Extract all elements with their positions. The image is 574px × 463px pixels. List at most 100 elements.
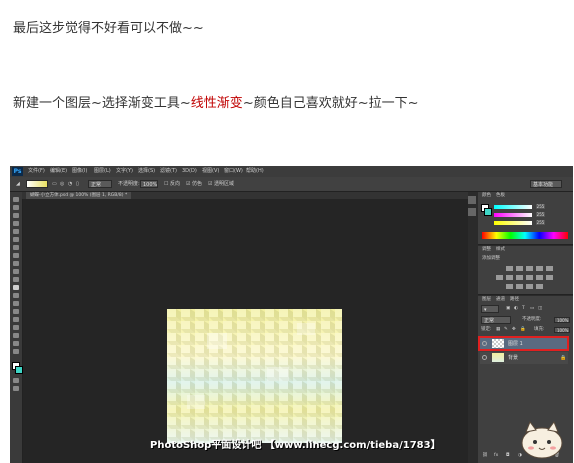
red-value[interactable]: 255 — [536, 204, 545, 209]
blue-value[interactable]: 255 — [536, 220, 545, 225]
layer-filter-select[interactable]: ▾ — [481, 305, 499, 313]
filter-adjust-icon[interactable]: ◐ — [514, 305, 518, 312]
tab-channels[interactable]: 通道 — [496, 296, 505, 303]
gradient-tool-icon[interactable]: ◢ — [16, 177, 20, 191]
red-slider[interactable] — [494, 205, 532, 209]
hand-tool-icon[interactable] — [13, 341, 19, 346]
document-tab[interactable]: 蝴蝶-小立方体.psd @ 100% (图层 1, RGB/8) * — [26, 192, 132, 199]
filter-type-icon[interactable]: T — [522, 305, 525, 312]
levels-adjust-icon[interactable] — [516, 266, 523, 271]
layer-name[interactable]: 背景 — [508, 352, 518, 364]
menu-image[interactable]: 图像(I) — [72, 166, 87, 177]
pen-tool-icon[interactable] — [13, 309, 19, 314]
layer-row-background[interactable]: 背景 🔒 — [480, 352, 568, 364]
angle-gradient-icon[interactable]: ◔ — [68, 177, 72, 191]
screen-mode-icon[interactable] — [13, 386, 19, 391]
gradient-preview[interactable] — [26, 180, 48, 188]
type-tool-icon[interactable] — [13, 317, 19, 322]
photo-filter-adjust-icon[interactable] — [526, 275, 533, 280]
lookup-adjust-icon[interactable] — [546, 275, 553, 280]
menu-3d[interactable]: 3D(D) — [182, 166, 197, 177]
gradient-tool-icon-active[interactable] — [13, 285, 19, 290]
green-slider[interactable] — [494, 213, 532, 217]
lock-all-icon[interactable]: 🔒 — [520, 326, 526, 333]
menu-layer[interactable]: 图层(L) — [94, 166, 111, 177]
green-value[interactable]: 255 — [536, 212, 545, 217]
eye-icon[interactable] — [482, 355, 487, 360]
menu-filter[interactable]: 滤镜(T) — [160, 166, 177, 177]
hue-saturation-adjust-icon[interactable] — [496, 275, 503, 280]
channel-mixer-adjust-icon[interactable] — [536, 275, 543, 280]
tab-color[interactable]: 颜色 — [482, 192, 491, 199]
menu-edit[interactable]: 编辑(E) — [50, 166, 67, 177]
tab-layers[interactable]: 图层 — [482, 296, 491, 303]
filter-smart-icon[interactable]: ◫ — [538, 305, 542, 312]
posterize-adjust-icon[interactable] — [516, 284, 523, 289]
filter-shape-icon[interactable]: ▭ — [530, 305, 534, 312]
eraser-tool-icon[interactable] — [13, 277, 19, 282]
panel-background-swatch[interactable] — [484, 208, 492, 216]
blend-mode-select[interactable]: 正常 — [481, 316, 511, 324]
history-brush-tool-icon[interactable] — [13, 269, 19, 274]
tab-styles[interactable]: 样式 — [496, 246, 505, 253]
marquee-tool-icon[interactable] — [13, 205, 19, 210]
dock-history-icon[interactable] — [468, 196, 476, 204]
menu-select[interactable]: 选择(S) — [138, 166, 155, 177]
shape-tool-icon[interactable] — [13, 333, 19, 338]
color-balance-adjust-icon[interactable] — [506, 275, 513, 280]
link-layers-icon[interactable]: ⛓ — [482, 452, 488, 459]
move-tool-icon[interactable] — [13, 197, 19, 202]
threshold-adjust-icon[interactable] — [526, 284, 533, 289]
menu-help[interactable]: 帮助(H) — [246, 166, 264, 177]
workspace-select[interactable]: 基本功能 — [530, 180, 562, 188]
zoom-tool-icon[interactable] — [13, 349, 19, 354]
blue-slider[interactable] — [494, 221, 532, 225]
reverse-checkbox-icon[interactable]: ☐ — [164, 177, 168, 191]
linear-gradient-icon[interactable]: ▭ — [52, 177, 57, 191]
quick-select-tool-icon[interactable] — [13, 221, 19, 226]
blur-tool-icon[interactable] — [13, 293, 19, 298]
tab-adjustments[interactable]: 调整 — [482, 246, 491, 253]
tab-paths[interactable]: 路径 — [510, 296, 519, 303]
fill-input[interactable]: 100% — [554, 327, 570, 333]
vibrance-adjust-icon[interactable] — [546, 266, 553, 271]
transparency-checkbox-icon[interactable]: ☑ — [208, 177, 212, 191]
curves-adjust-icon[interactable] — [526, 266, 533, 271]
layer-style-icon[interactable]: fx — [494, 452, 498, 459]
filter-image-icon[interactable]: ▣ — [506, 305, 510, 312]
tab-swatches[interactable]: 色板 — [496, 192, 505, 199]
menu-file[interactable]: 文件(F) — [28, 166, 45, 177]
reflected-gradient-icon[interactable]: ▯ — [76, 177, 79, 191]
black-white-adjust-icon[interactable] — [516, 275, 523, 280]
menu-type[interactable]: 文字(Y) — [116, 166, 133, 177]
radial-gradient-icon[interactable]: ◎ — [60, 177, 64, 191]
lock-pixels-icon[interactable]: ✎ — [504, 326, 508, 333]
opacity-input[interactable]: 100% — [140, 180, 158, 188]
color-spectrum-bar[interactable] — [482, 232, 568, 239]
dock-properties-icon[interactable] — [468, 208, 476, 216]
mode-select[interactable]: 正常 — [88, 180, 112, 188]
menu-view[interactable]: 视图(V) — [202, 166, 219, 177]
gradient-map-adjust-icon[interactable] — [536, 284, 543, 289]
dodge-tool-icon[interactable] — [13, 301, 19, 306]
eyedropper-tool-icon[interactable] — [13, 237, 19, 242]
lock-transparent-icon[interactable]: ▦ — [496, 326, 500, 333]
article-line-2: 新建一个图层~选择渐变工具~线性渐变~颜色自己喜欢就好~拉一下~ — [13, 92, 419, 111]
quick-mask-icon[interactable] — [13, 378, 19, 383]
lock-position-icon[interactable]: ✥ — [512, 326, 516, 333]
invert-adjust-icon[interactable] — [506, 284, 513, 289]
layer-mask-icon[interactable]: ◘ — [506, 452, 510, 459]
exposure-adjust-icon[interactable] — [536, 266, 543, 271]
background-color-swatch[interactable] — [15, 366, 23, 374]
menu-window[interactable]: 窗口(W) — [224, 166, 243, 177]
healing-tool-icon[interactable] — [13, 245, 19, 250]
crop-tool-icon[interactable] — [13, 229, 19, 234]
path-select-tool-icon[interactable] — [13, 325, 19, 330]
brush-tool-icon[interactable] — [13, 253, 19, 258]
layer-opacity-input[interactable]: 100% — [554, 317, 570, 323]
stamp-tool-icon[interactable] — [13, 261, 19, 266]
dither-checkbox-icon[interactable]: ☑ — [186, 177, 190, 191]
document-canvas[interactable] — [167, 309, 342, 443]
brightness-adjust-icon[interactable] — [506, 266, 513, 271]
lasso-tool-icon[interactable] — [13, 213, 19, 218]
